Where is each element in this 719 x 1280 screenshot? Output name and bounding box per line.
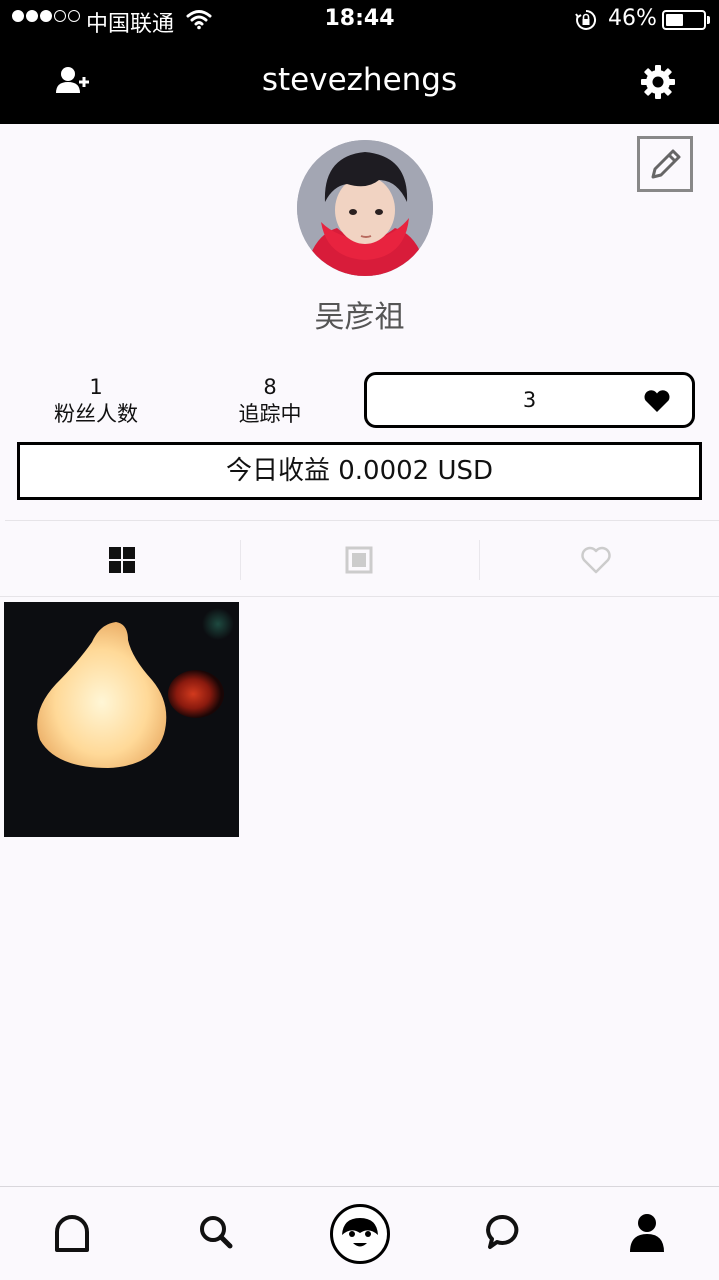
following-stat[interactable]: 8 追踪中 <box>214 374 326 428</box>
likes-button[interactable]: 3 <box>364 372 695 428</box>
rotation-lock-icon <box>574 8 598 38</box>
tab-separator <box>240 540 241 580</box>
bottom-navigation <box>0 1186 719 1280</box>
post-thumbnail[interactable] <box>4 602 239 837</box>
glowing-lamp-photo <box>4 602 239 837</box>
search-icon <box>200 1216 233 1249</box>
status-bar: 中国联通 18:44 46% <box>0 0 719 40</box>
page-title: stevezhengs <box>261 62 458 98</box>
heart-outline-icon <box>581 546 611 574</box>
nav-camera[interactable] <box>329 1203 391 1265</box>
profile-screen: 中国联通 18:44 46% stevezhengs 吴彦祖 1 粉丝人数 8 … <box>0 0 719 1280</box>
pencil-icon <box>651 149 681 179</box>
gear-icon <box>641 65 675 99</box>
nav-messages[interactable] <box>478 1207 528 1257</box>
battery-percent: 46% <box>608 6 657 31</box>
battery-icon <box>662 10 706 30</box>
nav-profile[interactable] <box>622 1207 672 1257</box>
following-count: 8 <box>263 375 277 399</box>
edit-profile-button[interactable] <box>637 136 693 192</box>
heart-icon <box>644 390 670 412</box>
followers-count: 1 <box>89 375 103 399</box>
camera-face-icon <box>330 1204 390 1264</box>
tab-single[interactable] <box>339 540 379 580</box>
battery-level-fill <box>666 14 683 26</box>
display-name: 吴彦祖 <box>314 300 405 335</box>
battery-tip <box>707 16 710 24</box>
chat-bubble-icon <box>486 1214 519 1249</box>
profile-icon <box>630 1214 664 1252</box>
settings-button[interactable] <box>636 60 680 104</box>
divider <box>0 596 719 597</box>
avatar[interactable] <box>297 140 433 276</box>
tab-grid[interactable] <box>102 540 142 580</box>
avatar-photo <box>297 140 433 276</box>
app-header: stevezhengs <box>0 40 719 124</box>
followers-stat[interactable]: 1 粉丝人数 <box>40 374 152 428</box>
divider <box>5 520 719 521</box>
tab-liked[interactable] <box>576 540 616 580</box>
grid-icon <box>109 547 135 573</box>
tab-separator <box>479 540 480 580</box>
following-label: 追踪中 <box>238 402 302 426</box>
home-icon <box>55 1215 89 1252</box>
earnings-banner: 今日收益 0.0002 USD <box>17 442 702 500</box>
nav-search[interactable] <box>191 1207 241 1257</box>
square-icon <box>345 546 373 574</box>
followers-label: 粉丝人数 <box>54 402 138 426</box>
nav-home[interactable] <box>47 1207 97 1257</box>
